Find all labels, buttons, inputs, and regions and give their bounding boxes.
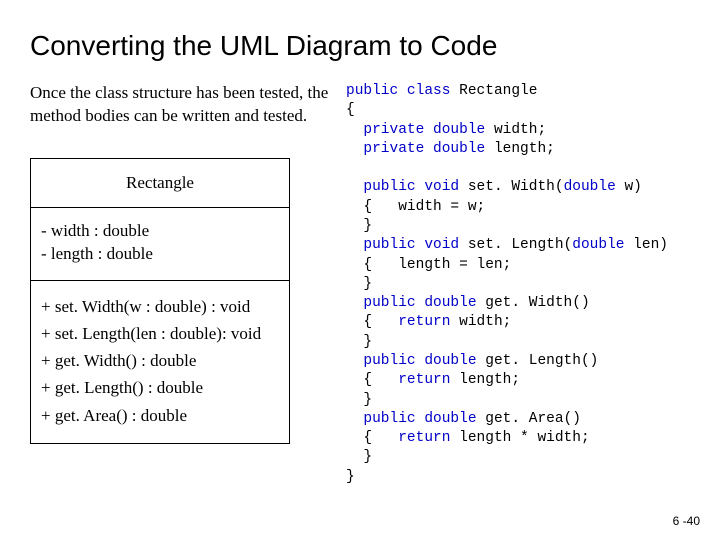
keyword: void <box>424 179 459 195</box>
code-text: { <box>346 102 355 118</box>
code-text: } <box>346 449 372 465</box>
code-text: get. Length() <box>477 353 599 369</box>
uml-class-name: Rectangle <box>31 159 289 208</box>
code-text: } <box>346 392 372 408</box>
code-text: length * width; <box>450 430 589 446</box>
keyword: return <box>398 430 450 446</box>
code-text: set. Width( <box>459 179 563 195</box>
code-text: } <box>346 469 355 485</box>
keyword: public <box>346 83 398 99</box>
keyword: return <box>398 372 450 388</box>
uml-method: + get. Width() : double <box>41 347 279 374</box>
uml-field: - length : double <box>41 243 279 266</box>
slide-title: Converting the UML Diagram to Code <box>30 30 690 62</box>
code-text: { width = w; <box>346 199 485 215</box>
keyword: return <box>398 314 450 330</box>
slide: Converting the UML Diagram to Code Once … <box>0 0 720 540</box>
keyword: class <box>407 83 451 99</box>
code-text: Rectangle <box>459 83 537 99</box>
code-text: width; <box>450 314 511 330</box>
keyword: double <box>564 179 616 195</box>
code-text: length; <box>450 372 520 388</box>
uml-method: + set. Length(len : double): void <box>41 320 279 347</box>
intro-paragraph: Once the class structure has been tested… <box>30 82 330 128</box>
uml-fields: - width : double - length : double <box>31 208 289 281</box>
keyword: public <box>363 353 415 369</box>
code-text: width; <box>485 122 546 138</box>
keyword: public <box>363 295 415 311</box>
keyword: double <box>433 141 485 157</box>
keyword: private <box>363 122 424 138</box>
code-text: length; <box>485 141 555 157</box>
code-text: w) <box>616 179 642 195</box>
right-column: public class Rectangle { private double … <box>346 82 690 487</box>
page-number: 6 -40 <box>673 514 700 528</box>
keyword: double <box>433 122 485 138</box>
keyword: double <box>424 295 476 311</box>
uml-field: - width : double <box>41 220 279 243</box>
code-text: { length = len; <box>346 257 511 273</box>
keyword: public <box>363 237 415 253</box>
code-text: { <box>346 372 398 388</box>
code-text: } <box>346 218 372 234</box>
keyword: public <box>363 411 415 427</box>
uml-diagram: Rectangle - width : double - length : do… <box>30 158 290 444</box>
code-text: get. Width() <box>477 295 590 311</box>
left-column: Once the class structure has been tested… <box>30 82 330 487</box>
code-text: len) <box>624 237 668 253</box>
code-block: public class Rectangle { private double … <box>346 82 690 487</box>
keyword: void <box>424 237 459 253</box>
keyword: double <box>572 237 624 253</box>
code-text: set. Length( <box>459 237 572 253</box>
code-text: } <box>346 334 372 350</box>
uml-method: + get. Area() : double <box>41 402 279 429</box>
code-text: { <box>346 430 398 446</box>
uml-method: + set. Width(w : double) : void <box>41 293 279 320</box>
uml-methods: + set. Width(w : double) : void + set. L… <box>31 281 289 443</box>
keyword: private <box>363 141 424 157</box>
code-text: get. Area() <box>477 411 581 427</box>
content-columns: Once the class structure has been tested… <box>30 82 690 487</box>
code-text: } <box>346 276 372 292</box>
keyword: double <box>424 353 476 369</box>
code-text: { <box>346 314 398 330</box>
uml-method: + get. Length() : double <box>41 374 279 401</box>
keyword: double <box>424 411 476 427</box>
keyword: public <box>363 179 415 195</box>
